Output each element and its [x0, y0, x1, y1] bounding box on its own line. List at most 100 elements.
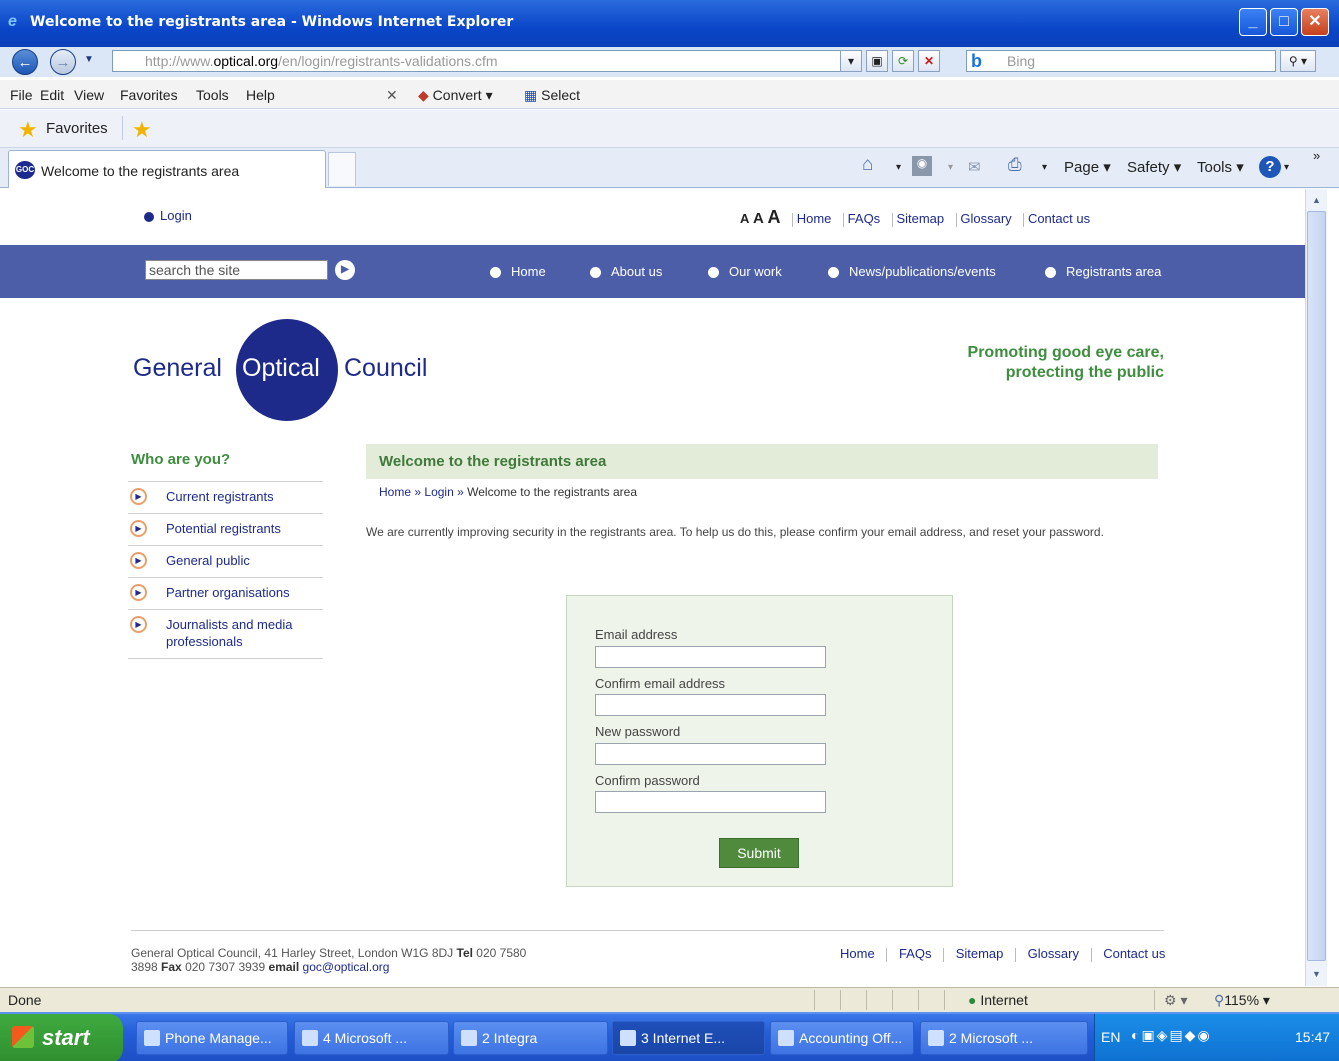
zoom-level[interactable]: ⚲115% ▾: [1214, 992, 1270, 1009]
refresh-icon[interactable]: ⟳: [892, 50, 914, 72]
vertical-scrollbar[interactable]: ▲ ▼: [1305, 189, 1327, 986]
nav-our-work[interactable]: Our work: [708, 264, 782, 279]
print-icon[interactable]: ⎙: [1008, 155, 1022, 175]
compatibility-view-icon[interactable]: ▣: [866, 50, 888, 72]
add-favorites-icon[interactable]: ★: [132, 117, 152, 143]
confirm-email-field[interactable]: [595, 694, 826, 716]
breadcrumb-home[interactable]: Home: [379, 485, 411, 499]
nav-bullet-icon: [490, 267, 501, 279]
favbar-divider: [122, 116, 123, 140]
menu-help[interactable]: Help: [246, 87, 275, 103]
nav-bullet-icon: [828, 267, 839, 279]
page-menu[interactable]: Page ▾: [1064, 158, 1111, 176]
top-link-sitemap[interactable]: Sitemap: [896, 211, 944, 226]
scroll-down-icon[interactable]: ▼: [1308, 965, 1325, 983]
convert-label: Convert: [432, 87, 482, 103]
footer-link-contact[interactable]: Contact us: [1103, 946, 1165, 961]
minimize-button[interactable]: _: [1239, 8, 1267, 36]
top-link-glossary[interactable]: Glossary: [960, 211, 1011, 226]
site-search-go-icon[interactable]: ▶: [335, 260, 355, 280]
audience-item-public[interactable]: ▶ General public: [128, 546, 323, 578]
tab-active[interactable]: GOC Welcome to the registrants area: [8, 150, 326, 188]
breadcrumb-login[interactable]: Login: [424, 485, 453, 499]
audience-item-media[interactable]: ▶ Journalists and media professionals: [128, 610, 323, 659]
start-button[interactable]: start: [0, 1014, 123, 1061]
nav-news[interactable]: News/publications/events: [828, 264, 996, 279]
safety-menu[interactable]: Safety ▾: [1127, 158, 1181, 176]
stop-icon[interactable]: ✕: [918, 50, 940, 72]
top-link-home[interactable]: Home: [797, 211, 832, 226]
nav-registrants[interactable]: Registrants area: [1045, 264, 1161, 279]
page-viewport: Login A A A Home FAQs Sitemap Glossary C…: [0, 189, 1305, 986]
close-button[interactable]: ✕: [1301, 8, 1329, 36]
menu-file[interactable]: File: [10, 87, 33, 103]
footer-link-sitemap[interactable]: Sitemap: [956, 946, 1004, 961]
site-search-input[interactable]: search the site: [145, 260, 328, 280]
main-nav: search the site ▶ Home About us Our work…: [0, 245, 1305, 298]
nav-home[interactable]: Home: [490, 264, 546, 279]
home-icon[interactable]: ⌂: [862, 154, 873, 176]
back-button[interactable]: ←: [12, 49, 38, 75]
taskbar-item-microsoft-2[interactable]: 2 Microsoft ...: [920, 1021, 1088, 1055]
menu-tools[interactable]: Tools: [196, 87, 229, 103]
favorites-button[interactable]: Favorites: [46, 120, 108, 137]
address-bar[interactable]: http://www.optical.org/en/login/registra…: [112, 50, 862, 72]
toolbar-close-icon[interactable]: ✕: [386, 87, 398, 104]
status-text: Done: [8, 992, 42, 1008]
taskbar-item-integra[interactable]: 2 Integra: [453, 1021, 608, 1055]
text-size-large[interactable]: A: [767, 207, 780, 227]
audience-item-partners[interactable]: ▶ Partner organisations: [128, 578, 323, 610]
search-box[interactable]: b Bing: [966, 50, 1276, 72]
security-zone[interactable]: ● Internet: [968, 992, 1028, 1008]
feeds-icon[interactable]: ◉: [912, 156, 932, 176]
audience-item-current[interactable]: ▶ Current registrants: [128, 481, 323, 514]
help-icon[interactable]: ?: [1259, 156, 1281, 178]
text-size-small[interactable]: A: [740, 211, 749, 226]
new-password-field[interactable]: [595, 743, 826, 765]
scroll-up-icon[interactable]: ▲: [1308, 191, 1325, 209]
forward-button[interactable]: →: [50, 49, 76, 75]
logo-word-optical: Optical: [242, 354, 320, 382]
search-button[interactable]: ⚲ ▾: [1280, 50, 1316, 72]
menu-edit[interactable]: Edit: [40, 87, 64, 103]
submit-button[interactable]: Submit: [719, 838, 799, 868]
login-link[interactable]: Login: [144, 208, 192, 223]
taskbar-item-internet-explorer[interactable]: 3 Internet E...: [612, 1021, 765, 1055]
tools-menu-label: Tools: [1197, 159, 1233, 176]
menu-favorites[interactable]: Favorites: [120, 87, 178, 103]
scrollbar-thumb[interactable]: [1307, 211, 1326, 961]
confirm-password-field[interactable]: [595, 791, 826, 813]
app-icon: [928, 1030, 944, 1046]
language-indicator[interactable]: EN: [1101, 1029, 1120, 1045]
taskbar-item-accounting[interactable]: Accounting Off...: [770, 1021, 914, 1055]
footer-link-glossary[interactable]: Glossary: [1028, 946, 1079, 961]
help-dropdown-icon[interactable]: ▾: [1284, 162, 1289, 173]
menu-view[interactable]: View: [74, 87, 104, 103]
home-dropdown-icon[interactable]: ▾: [896, 162, 901, 173]
feeds-dropdown-icon[interactable]: ▾: [948, 162, 953, 173]
footer-email-link[interactable]: goc@optical.org: [303, 960, 390, 974]
footer-link-home[interactable]: Home: [840, 946, 875, 961]
address-dropdown-icon[interactable]: ▾: [840, 50, 862, 72]
select-button[interactable]: ▦ Select: [524, 87, 580, 104]
nav-about[interactable]: About us: [590, 264, 662, 279]
audience-item-potential[interactable]: ▶ Potential registrants: [128, 514, 323, 546]
maximize-button[interactable]: □: [1270, 8, 1298, 36]
footer-link-faqs[interactable]: FAQs: [899, 946, 932, 961]
email-field[interactable]: [595, 646, 826, 668]
chevron-more-icon[interactable]: »: [1313, 148, 1320, 163]
print-dropdown-icon[interactable]: ▾: [1042, 162, 1047, 173]
top-link-contact[interactable]: Contact us: [1028, 211, 1090, 226]
protected-mode-icon[interactable]: ⚙ ▾: [1164, 992, 1187, 1009]
history-dropdown-icon[interactable]: ▼: [84, 54, 94, 65]
taskbar-item-label: 2 Microsoft ...: [949, 1030, 1034, 1046]
tools-menu[interactable]: Tools ▾: [1197, 158, 1244, 176]
taskbar-item-phone[interactable]: Phone Manage...: [136, 1021, 288, 1055]
top-link-faqs[interactable]: FAQs: [848, 211, 881, 226]
taskbar-item-microsoft-1[interactable]: 4 Microsoft ...: [294, 1021, 449, 1055]
text-size-medium[interactable]: A: [753, 210, 764, 227]
convert-button[interactable]: ◆ Convert ▾: [418, 87, 493, 104]
mail-icon[interactable]: ✉: [968, 158, 981, 176]
new-tab-button[interactable]: [328, 152, 356, 186]
tray-icons[interactable]: ◐▣◈▤◆◉: [1131, 1027, 1212, 1044]
